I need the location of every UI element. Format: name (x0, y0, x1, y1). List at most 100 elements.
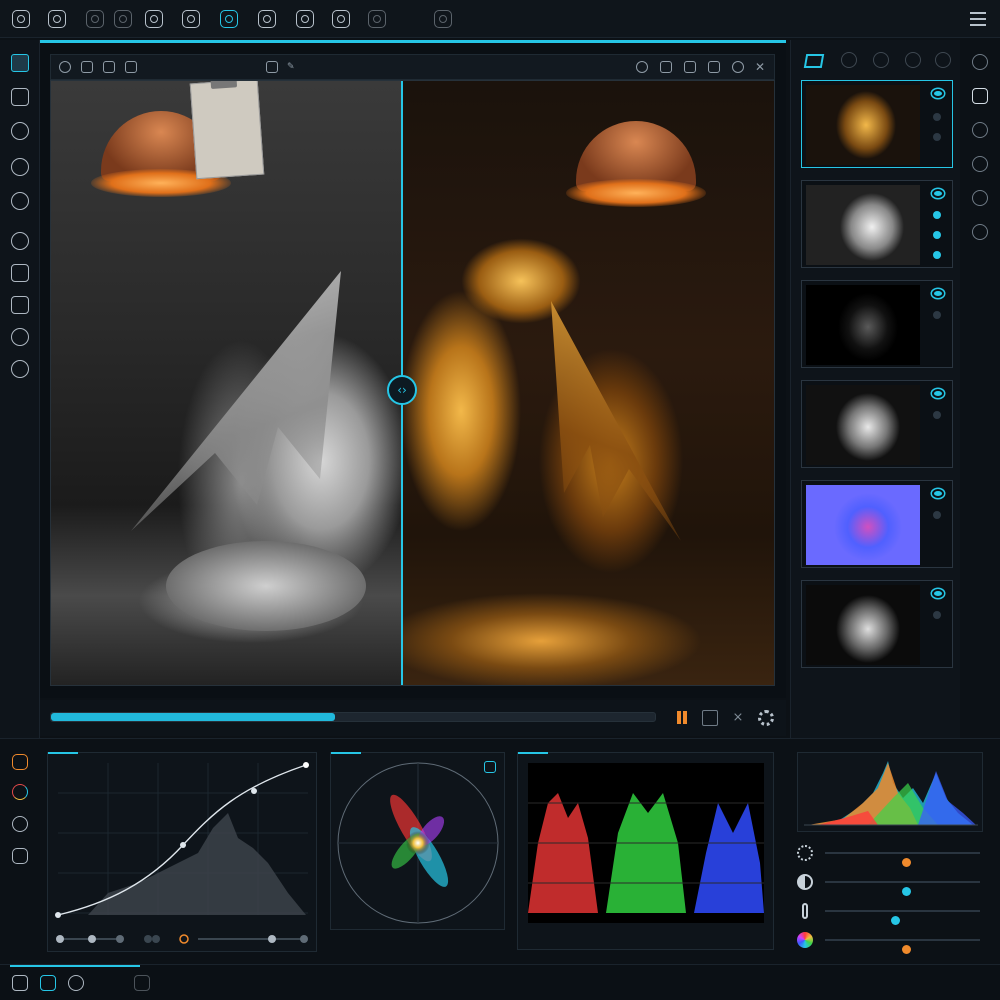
dragon-wing-left (131, 271, 341, 531)
rotate-icon[interactable] (11, 158, 29, 176)
lasso-icon[interactable] (11, 296, 29, 314)
share-icon[interactable] (972, 224, 988, 240)
frame-icon[interactable] (660, 61, 672, 73)
record-icon[interactable] (114, 10, 132, 28)
capture-icon[interactable] (905, 52, 921, 68)
far-right-toolbar (962, 40, 1000, 740)
layer-thumb-depth[interactable] (801, 580, 953, 668)
lens-icon[interactable] (86, 10, 104, 28)
exposure-slider-row[interactable] (797, 842, 987, 867)
select-arrow-icon[interactable] (11, 54, 29, 72)
camera-icon[interactable] (12, 10, 30, 28)
visibility-eye-icon[interactable] (932, 589, 944, 598)
grid-icon[interactable] (702, 710, 718, 726)
visibility-eye-icon[interactable] (932, 389, 944, 398)
paper-note (189, 81, 265, 180)
hsl-icon[interactable] (12, 816, 28, 832)
rgb-parade-panel[interactable] (517, 752, 774, 950)
slider-knob[interactable] (901, 887, 911, 896)
temperature-slider[interactable] (825, 910, 980, 925)
compare-canvas[interactable]: ‹› (50, 80, 775, 686)
timer-icon[interactable] (972, 122, 988, 138)
shield-camera-icon[interactable] (296, 10, 314, 28)
camera-icon[interactable] (873, 52, 889, 68)
play-icon[interactable] (81, 61, 93, 73)
film-icon[interactable] (145, 10, 163, 28)
clone-icon[interactable] (11, 328, 29, 346)
timeline-progress[interactable] (50, 712, 656, 722)
camera-icon[interactable] (40, 975, 56, 991)
target-icon[interactable] (484, 761, 496, 773)
layer-thumb-clay[interactable] (801, 180, 953, 268)
status-bar (0, 964, 1000, 1000)
layer-thumb-edge[interactable] (801, 280, 953, 368)
top-toolbar (0, 0, 1000, 38)
settings-camera-icon[interactable] (368, 10, 386, 28)
aperture-icon[interactable] (48, 10, 66, 28)
pause-icon[interactable] (674, 710, 690, 726)
lamp-right (566, 91, 706, 207)
left-toolbar (0, 40, 40, 740)
compare-icon[interactable] (636, 61, 648, 73)
marquee-icon[interactable] (11, 264, 29, 282)
slider-knob[interactable] (901, 945, 911, 954)
sun-icon (797, 845, 813, 861)
slider-knob[interactable] (890, 916, 900, 925)
contrast-slider[interactable] (825, 881, 980, 896)
visibility-eye-icon[interactable] (932, 89, 944, 98)
temperature-slider-row[interactable] (797, 900, 987, 925)
saturation-slider[interactable] (825, 939, 980, 954)
brush-icon[interactable] (11, 232, 29, 250)
overlay-icon[interactable] (684, 61, 696, 73)
layers-icon[interactable] (803, 54, 825, 68)
drop-icon[interactable] (935, 52, 951, 68)
render-icon[interactable] (972, 54, 988, 70)
image-before-grayscale (51, 81, 401, 685)
cloud-icon[interactable] (972, 190, 988, 206)
record-icon[interactable] (732, 61, 744, 73)
fit-icon[interactable] (708, 61, 720, 73)
stop-icon[interactable]: ⨯ (730, 710, 746, 726)
split-arrows-icon[interactable]: ‹› (387, 375, 417, 405)
slider-knob[interactable] (901, 858, 911, 867)
saturation-slider-row[interactable] (797, 929, 987, 954)
visibility-eye-icon[interactable] (932, 289, 944, 298)
visibility-eye-icon[interactable] (932, 489, 944, 498)
crop-circle-icon[interactable] (11, 122, 29, 140)
layer-thumb-ao[interactable] (801, 380, 953, 468)
move-icon[interactable] (11, 88, 29, 106)
visibility-eye-icon[interactable] (932, 189, 944, 198)
snapshot-icon[interactable] (266, 61, 278, 73)
curves-graph[interactable] (48, 753, 318, 953)
curves-icon[interactable] (12, 754, 28, 770)
refresh-camera-icon[interactable] (258, 10, 276, 28)
split-view-icon[interactable] (434, 10, 452, 28)
message-icon[interactable] (59, 61, 71, 73)
copy-icon[interactable] (103, 61, 115, 73)
close-icon[interactable]: ✕ (755, 61, 767, 73)
hamburger-menu-icon[interactable] (970, 12, 986, 26)
exposure-slider[interactable] (825, 852, 980, 867)
contrast-slider-row[interactable] (797, 871, 987, 896)
curves-panel[interactable] (47, 752, 317, 952)
levels-icon[interactable] (12, 848, 28, 864)
bottom-left-toolbar (0, 740, 40, 960)
render-active-icon[interactable] (972, 88, 988, 104)
timer-icon[interactable] (68, 975, 84, 991)
split-icon[interactable] (134, 975, 150, 991)
export-icon[interactable] (972, 156, 988, 172)
layer-thumb-color[interactable] (801, 80, 953, 168)
gear-icon[interactable] (758, 710, 774, 726)
heal-icon[interactable] (11, 360, 29, 378)
mask-icon[interactable] (11, 192, 29, 210)
active-camera-icon[interactable] (220, 10, 238, 28)
link-icon[interactable]: ✎ (287, 61, 299, 73)
ring-icon[interactable] (841, 52, 857, 68)
color-icon[interactable] (12, 784, 28, 800)
layer-thumb-normal[interactable] (801, 480, 953, 568)
layers-icon[interactable] (12, 975, 28, 991)
rotate-camera-icon[interactable] (182, 10, 200, 28)
color-drop-icon[interactable] (332, 10, 350, 28)
vectorscope-panel[interactable] (330, 752, 505, 930)
image-icon[interactable] (125, 61, 137, 73)
